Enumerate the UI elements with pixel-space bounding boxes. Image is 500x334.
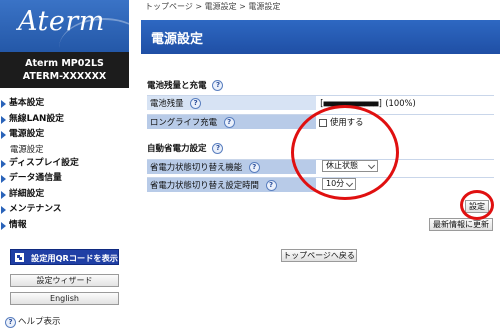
sidebar-nav: 基本設定 無線LAN設定 電源設定 電源設定 ディスプレイ設定 データ通信量 詳… <box>0 88 129 233</box>
help-icon[interactable]: ? <box>223 117 235 128</box>
triangle-bullet-icon <box>1 206 6 214</box>
triangle-bullet-icon <box>1 175 6 183</box>
longlife-charge-value: 使用する <box>319 115 364 129</box>
triangle-bullet-icon <box>1 221 6 230</box>
breadcrumb: トップページ > 電源設定 > 電源設定 <box>145 2 281 11</box>
switch-time-row: 省電力状態切り替え設定時間 ? <box>147 177 494 192</box>
longlife-option-label[interactable]: 使用する <box>330 117 364 127</box>
section-auto-power-heading: 自動省電力設定 ? <box>147 142 224 156</box>
help-icon[interactable]: ? <box>190 98 202 109</box>
battery-percent: (100%) <box>385 98 416 108</box>
nav-item-power[interactable]: 電源設定 <box>0 127 129 143</box>
page-title: 電源設定 <box>151 32 204 47</box>
title-bar: 電源設定 <box>141 20 500 54</box>
power-switch-row: 省電力状態切り替え機能 ? <box>147 159 494 174</box>
section-battery-heading: 電池残量と充電 ? <box>147 79 224 93</box>
qr-code-icon <box>15 253 24 262</box>
english-button[interactable]: English <box>10 292 119 305</box>
set-button[interactable]: 設定 <box>465 200 489 213</box>
nav-item-display[interactable]: ディスプレイ設定 <box>0 156 129 172</box>
nav-item-wireless-lan[interactable]: 無線LAN設定 <box>0 112 129 128</box>
longlife-charge-label: ロングライフ充電 ? <box>147 115 316 129</box>
back-to-top-button[interactable]: トップページへ戻る <box>281 249 357 262</box>
show-qr-button[interactable]: 設定用QRコードを表示 <box>10 249 119 265</box>
model-name: Aterm MP02LS <box>25 58 104 69</box>
nav-item-info[interactable]: 情報 <box>0 218 129 234</box>
main-content: トップページ > 電源設定 > 電源設定 電源設定 電池残量と充電 ? 電池残量… <box>141 0 500 334</box>
setup-wizard-button[interactable]: 設定ウィザード <box>10 274 119 287</box>
switch-time-label: 省電力状態切り替え設定時間 ? <box>147 178 316 192</box>
chevron-down-icon <box>367 161 376 170</box>
brand-header: Aterm <box>0 0 129 52</box>
triangle-bullet-icon <box>1 100 6 108</box>
longlife-checkbox[interactable] <box>319 118 327 127</box>
nav-subitem-power-settings[interactable]: 電源設定 <box>0 143 129 156</box>
battery-level-row: 電池残量 ? [■■■■■■■■■■■■] (100%) <box>147 95 494 110</box>
help-toggle[interactable]: ? ヘルプ表示 <box>4 315 61 329</box>
longlife-charge-row: ロングライフ充電 ? 使用する <box>147 114 494 129</box>
nav-item-advanced[interactable]: 詳細設定 <box>0 187 129 203</box>
nav-item-data-usage[interactable]: データ通信量 <box>0 171 129 187</box>
power-switch-label: 省電力状態切り替え機能 ? <box>147 160 316 174</box>
triangle-bullet-icon <box>1 159 6 168</box>
triangle-bullet-icon <box>1 190 6 199</box>
help-icon: ? <box>5 317 16 328</box>
battery-meter: [■■■■■■■■■■■■] <box>319 98 383 108</box>
help-icon[interactable]: ? <box>212 80 224 91</box>
help-icon[interactable]: ? <box>212 143 224 154</box>
triangle-bullet-icon <box>1 115 6 124</box>
sidebar: Aterm Aterm MP02LS ATERM-XXXXXX 基本設定 無線L… <box>0 0 129 334</box>
model-info: Aterm MP02LS ATERM-XXXXXX <box>0 52 129 88</box>
device-id: ATERM-XXXXXX <box>22 71 107 82</box>
battery-level-label: 電池残量 ? <box>147 96 316 110</box>
refresh-button[interactable]: 最新情報に更新 <box>429 218 493 231</box>
help-icon[interactable]: ? <box>265 180 277 191</box>
nav-item-maintenance[interactable]: メンテナンス <box>0 202 129 218</box>
battery-level-value: [■■■■■■■■■■■■] (100%) <box>319 96 416 110</box>
nav-item-basic[interactable]: 基本設定 <box>0 96 129 112</box>
chevron-down-icon <box>345 179 354 188</box>
power-switch-select[interactable]: 休止状態 <box>322 160 378 172</box>
switch-time-select[interactable]: 10分 <box>322 178 356 190</box>
triangle-bullet-icon <box>1 131 6 139</box>
help-icon[interactable]: ? <box>248 162 260 173</box>
